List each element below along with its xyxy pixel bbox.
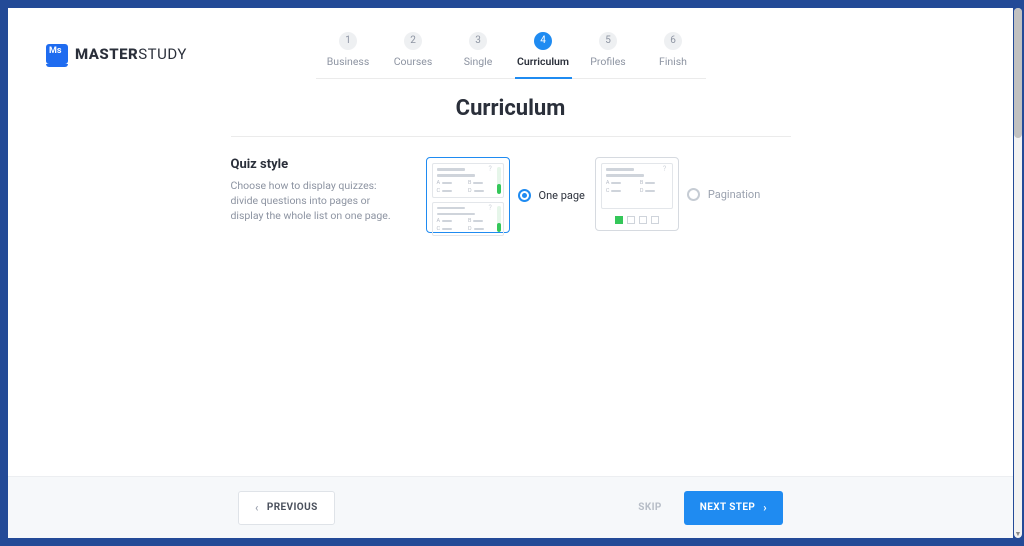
progress-bar-icon [497,167,501,194]
step-number: 6 [664,32,682,50]
vertical-scrollbar[interactable]: ▲ ▼ [1014,8,1022,538]
option-label: One page [539,189,585,202]
brand-badge-icon [46,44,68,64]
wizard-page: MASTERSTUDY 1 Business 2 Courses 3 Singl… [8,8,1013,538]
chevron-left-icon: ‹ [255,501,259,514]
option-label: Pagination [708,188,760,201]
step-label: Profiles [576,55,641,68]
section-text: Quiz style Choose how to display quizzes… [231,157,406,233]
one-page-thumbnail-icon: ? A B C D ? [426,157,510,233]
quiz-style-options: ? A B C D ? [426,157,761,233]
quiz-card-icon: ? A B C D [432,202,504,237]
step-finish[interactable]: 6 Finish [641,32,706,78]
pagination-thumbnail-icon: ? A B C D [595,157,679,231]
pager-dots-icon [601,215,673,225]
step-number: 4 [534,32,552,50]
scrollbar-thumb[interactable] [1014,8,1022,138]
step-profiles[interactable]: 5 Profiles [576,32,641,78]
step-label: Finish [641,55,706,68]
brand-text: MASTERSTUDY [75,45,187,63]
scroll-down-arrow-icon[interactable]: ▼ [1014,529,1022,539]
step-number: 1 [339,32,357,50]
step-number: 3 [469,32,487,50]
next-step-button[interactable]: NEXT STEP › [684,491,783,525]
option-pagination[interactable]: ? A B C D [595,157,760,231]
step-label: Single [446,55,511,68]
skip-button[interactable]: SKIP [638,502,662,513]
step-number: 2 [404,32,422,50]
progress-bar-icon [497,206,501,233]
step-label: Courses [381,55,446,68]
step-number: 5 [599,32,617,50]
brand-strong: MASTER [75,45,138,63]
wizard-stepper: 1 Business 2 Courses 3 Single 4 Curricul… [316,32,706,79]
quiz-style-section: Quiz style Choose how to display quizzes… [231,136,791,233]
section-description: Choose how to display quizzes: divide qu… [231,178,406,224]
chevron-right-icon: › [763,501,767,514]
quiz-card-icon: ? A B C D [601,163,673,209]
brand-light: STUDY [138,45,187,63]
radio-one-page[interactable] [518,189,531,202]
next-label: NEXT STEP [700,502,755,513]
quiz-card-icon: ? A B C D [432,163,504,198]
step-business[interactable]: 1 Business [316,32,381,78]
step-label: Curriculum [511,55,576,68]
step-curriculum[interactable]: 4 Curriculum [511,32,576,78]
wizard-footer: ‹ PREVIOUS SKIP NEXT STEP › [8,476,1013,538]
previous-button[interactable]: ‹ PREVIOUS [238,491,335,525]
step-single[interactable]: 3 Single [446,32,511,78]
radio-pagination[interactable] [687,188,700,201]
step-courses[interactable]: 2 Courses [381,32,446,78]
section-heading: Quiz style [231,157,406,172]
step-label: Business [316,55,381,68]
page-title: Curriculum [456,96,566,121]
brand-logo: MASTERSTUDY [46,44,187,64]
previous-label: PREVIOUS [267,502,318,513]
option-one-page[interactable]: ? A B C D ? [426,157,585,233]
